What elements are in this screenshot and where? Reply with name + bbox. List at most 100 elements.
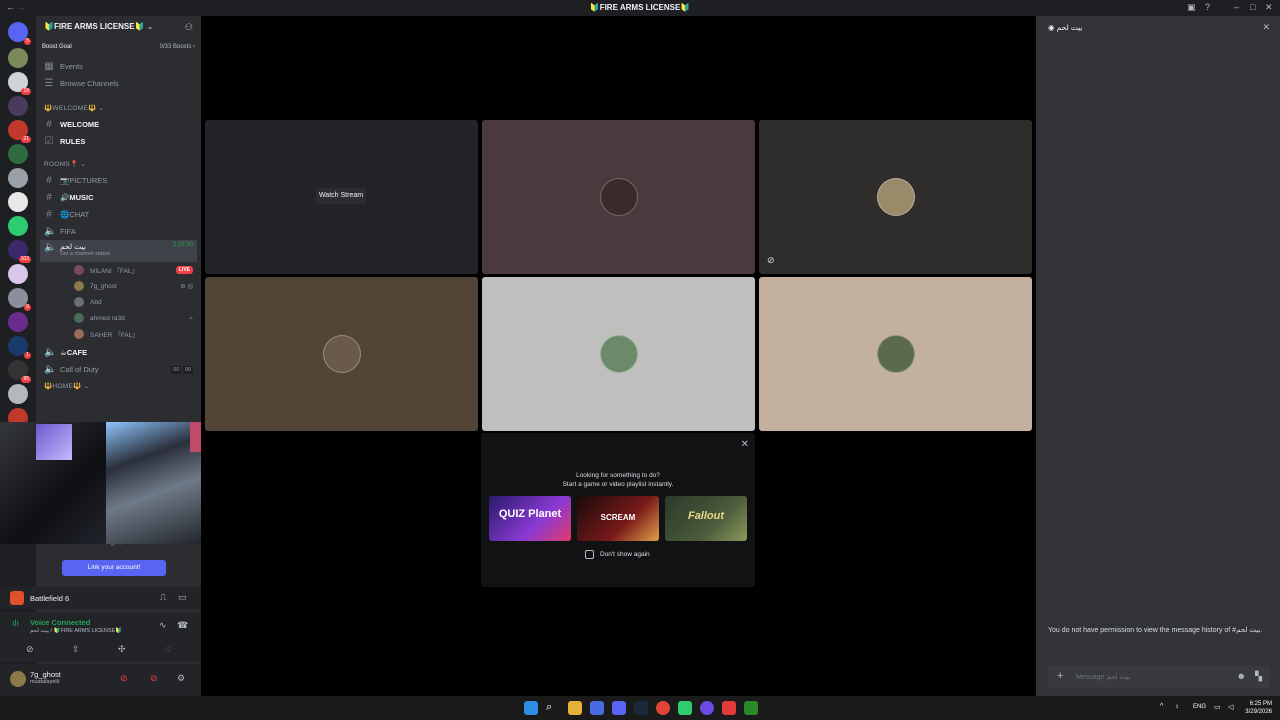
add-member-icon[interactable]: ⚇ <box>185 22 193 33</box>
avatar <box>876 178 915 216</box>
server-icon[interactable]: 1 <box>8 336 31 359</box>
message-input[interactable]: + Message بيت لحم ☻ ▚ <box>1048 666 1270 688</box>
volume-icon[interactable]: ◁ <box>1228 703 1233 711</box>
channel-cafe[interactable]: 🔈 ☕CAFE <box>36 344 201 361</box>
server-icon[interactable] <box>8 48 28 68</box>
close-window-icon[interactable]: ✕ <box>1265 2 1273 13</box>
inbox-icon[interactable]: ▣ <box>1187 2 1196 13</box>
server-icon[interactable]: 103 <box>8 240 31 263</box>
soundboard-icon[interactable]: ♫ <box>164 644 171 654</box>
clock[interactable]: 6:25 PM 3/29/2026 <box>1245 700 1272 716</box>
voice-member[interactable]: ahmed ra3d ⌁ <box>36 310 201 326</box>
category-rooms[interactable]: ROOMS📍 ⌄ <box>36 156 201 172</box>
server-icon[interactable] <box>8 384 28 404</box>
file-explorer-icon[interactable] <box>568 701 582 715</box>
start-icon[interactable] <box>524 701 538 715</box>
window-title: 🔰FIRE ARMS LICENSE🔰 <box>589 3 691 12</box>
steam-icon[interactable] <box>634 701 648 715</box>
minimize-icon[interactable]: – <box>1234 2 1239 12</box>
server-icon[interactable]: 19 <box>8 72 31 95</box>
gear-icon[interactable]: ⚙ <box>177 673 185 684</box>
user-panel: 7g_ghost mustafayelli ⊘ ⊘ ⚙ <box>0 664 201 696</box>
app-icon[interactable] <box>744 701 758 715</box>
network-icon[interactable]: ▭ <box>1214 703 1221 711</box>
server-icon-fal-active[interactable] <box>8 144 28 164</box>
channel-cod[interactable]: 🔈 Call of Duty 00 99 <box>36 361 201 378</box>
server-name: 🔰FIRE ARMS LICENSE🔰 <box>44 22 145 31</box>
voice-member[interactable]: SAHER 『FAL』 <box>36 326 201 342</box>
avatar[interactable] <box>10 671 26 687</box>
noise-suppression-icon[interactable]: ∿ <box>159 620 167 631</box>
share-screen-icon[interactable]: ⇪ <box>72 644 80 655</box>
discord-home-icon[interactable]: 5 <box>8 22 31 45</box>
participant-tile[interactable] <box>482 277 755 431</box>
participant-tile[interactable]: ⊘ <box>759 120 1032 274</box>
category-welcome[interactable]: 🔱WELCOME🔱 ⌄ <box>36 100 201 116</box>
browse-channels-link[interactable]: ☰ Browse Channels <box>36 75 201 92</box>
maximize-icon[interactable]: □ <box>1250 2 1255 12</box>
channel-welcome[interactable]: # WELCOME <box>36 116 201 133</box>
voice-member[interactable]: 7g_ghost ⊘ ◎ <box>36 278 201 294</box>
close-icon[interactable]: ✕ <box>1262 22 1270 33</box>
voice-panel: ılı Voice Connected بيت لحم / 🔰FIRE ARMS… <box>0 612 201 662</box>
windows-taskbar: ⌕ ^ ♮ ENG ▭ ◁ 6:25 PM 3/29/2026 <box>0 696 1280 720</box>
voice-channel-active[interactable]: 🔈 بيت لحم Set a channel status 2:29:30 <box>40 240 197 262</box>
channel-music[interactable]: # 🔊MUSIC <box>36 189 201 206</box>
server-icon[interactable] <box>8 312 28 332</box>
voice-member[interactable]: MILANI 『FAL』 LIVE <box>36 262 201 278</box>
server-icon[interactable] <box>8 192 28 212</box>
dont-show-again[interactable]: Don't show again <box>585 550 650 559</box>
channel-chat[interactable]: # 🌐CHAT <box>36 206 201 223</box>
channel-fifa[interactable]: 🔈 FIFA <box>36 223 201 240</box>
participant-tile[interactable] <box>759 277 1032 431</box>
chat-title: بيت لحم <box>1056 23 1083 32</box>
apps-icon[interactable]: ▚ <box>1255 671 1262 682</box>
category-home[interactable]: 🔱HOME🔱 ⌄ <box>36 378 201 394</box>
scream-game[interactable]: SCREAM <box>577 496 659 541</box>
server-header[interactable]: 🔰FIRE ARMS LICENSE🔰 ⌄ ⚇ <box>36 16 201 38</box>
participant-tile[interactable] <box>205 277 478 431</box>
channel-rules[interactable]: ☑ RULES <box>36 133 201 150</box>
disconnect-icon[interactable]: ☎ <box>177 620 188 631</box>
activities-icon[interactable]: ✣ <box>118 644 126 655</box>
close-icon[interactable]: ✕ <box>741 439 749 450</box>
app-icon[interactable] <box>700 701 714 715</box>
speaker-icon: 🔈 <box>44 364 57 375</box>
stream-tile[interactable]: Watch Stream <box>205 120 478 274</box>
channel-pictures[interactable]: # 📷PICTURES <box>36 172 201 189</box>
server-icon[interactable] <box>8 96 28 116</box>
store-icon[interactable] <box>590 701 604 715</box>
controller-icon[interactable]: ⎍ <box>160 592 166 603</box>
screen-icon[interactable]: ▭ <box>178 592 187 603</box>
server-icon[interactable] <box>8 216 28 236</box>
mic-icon[interactable]: ♮ <box>1176 703 1179 711</box>
camera-off-icon[interactable]: ⊘ <box>26 644 34 655</box>
hash-icon: # <box>46 192 52 203</box>
server-icon[interactable] <box>8 168 28 188</box>
fallout-game[interactable]: Fallout <box>665 496 747 541</box>
participant-tile[interactable] <box>482 120 755 274</box>
server-icon[interactable]: 9 <box>8 288 31 311</box>
watch-stream-button[interactable]: Watch Stream <box>316 188 366 204</box>
mic-muted-icon[interactable]: ⊘ <box>120 673 128 684</box>
server-icon[interactable]: 21 <box>8 120 31 143</box>
checkbox[interactable] <box>585 550 594 559</box>
events-link[interactable]: ▦ Events <box>36 58 201 75</box>
quiz-planet-game[interactable]: QUIZ Planet <box>489 496 571 541</box>
app-icon[interactable] <box>722 701 736 715</box>
discord-taskbar-icon[interactable] <box>612 701 626 715</box>
voice-member[interactable]: Abd <box>36 294 201 310</box>
headphones-muted-icon[interactable]: ⊘ <box>150 673 158 684</box>
server-icon[interactable]: 95 <box>8 360 31 383</box>
link-account-button[interactable]: Link your account! <box>62 560 166 576</box>
search-icon[interactable]: ⌕ <box>546 701 560 715</box>
emoji-icon[interactable]: ☻ <box>1237 671 1246 681</box>
avatar <box>599 178 638 216</box>
help-icon[interactable]: ? <box>1205 2 1210 12</box>
tray-chevron-icon[interactable]: ^ <box>1160 703 1163 710</box>
chrome-icon[interactable] <box>656 701 670 715</box>
plus-icon[interactable]: + <box>1057 670 1063 682</box>
xbox-icon[interactable] <box>678 701 692 715</box>
boost-goal[interactable]: Boost Goal 0/33 Boosts › <box>42 40 195 54</box>
server-icon[interactable] <box>8 264 28 284</box>
